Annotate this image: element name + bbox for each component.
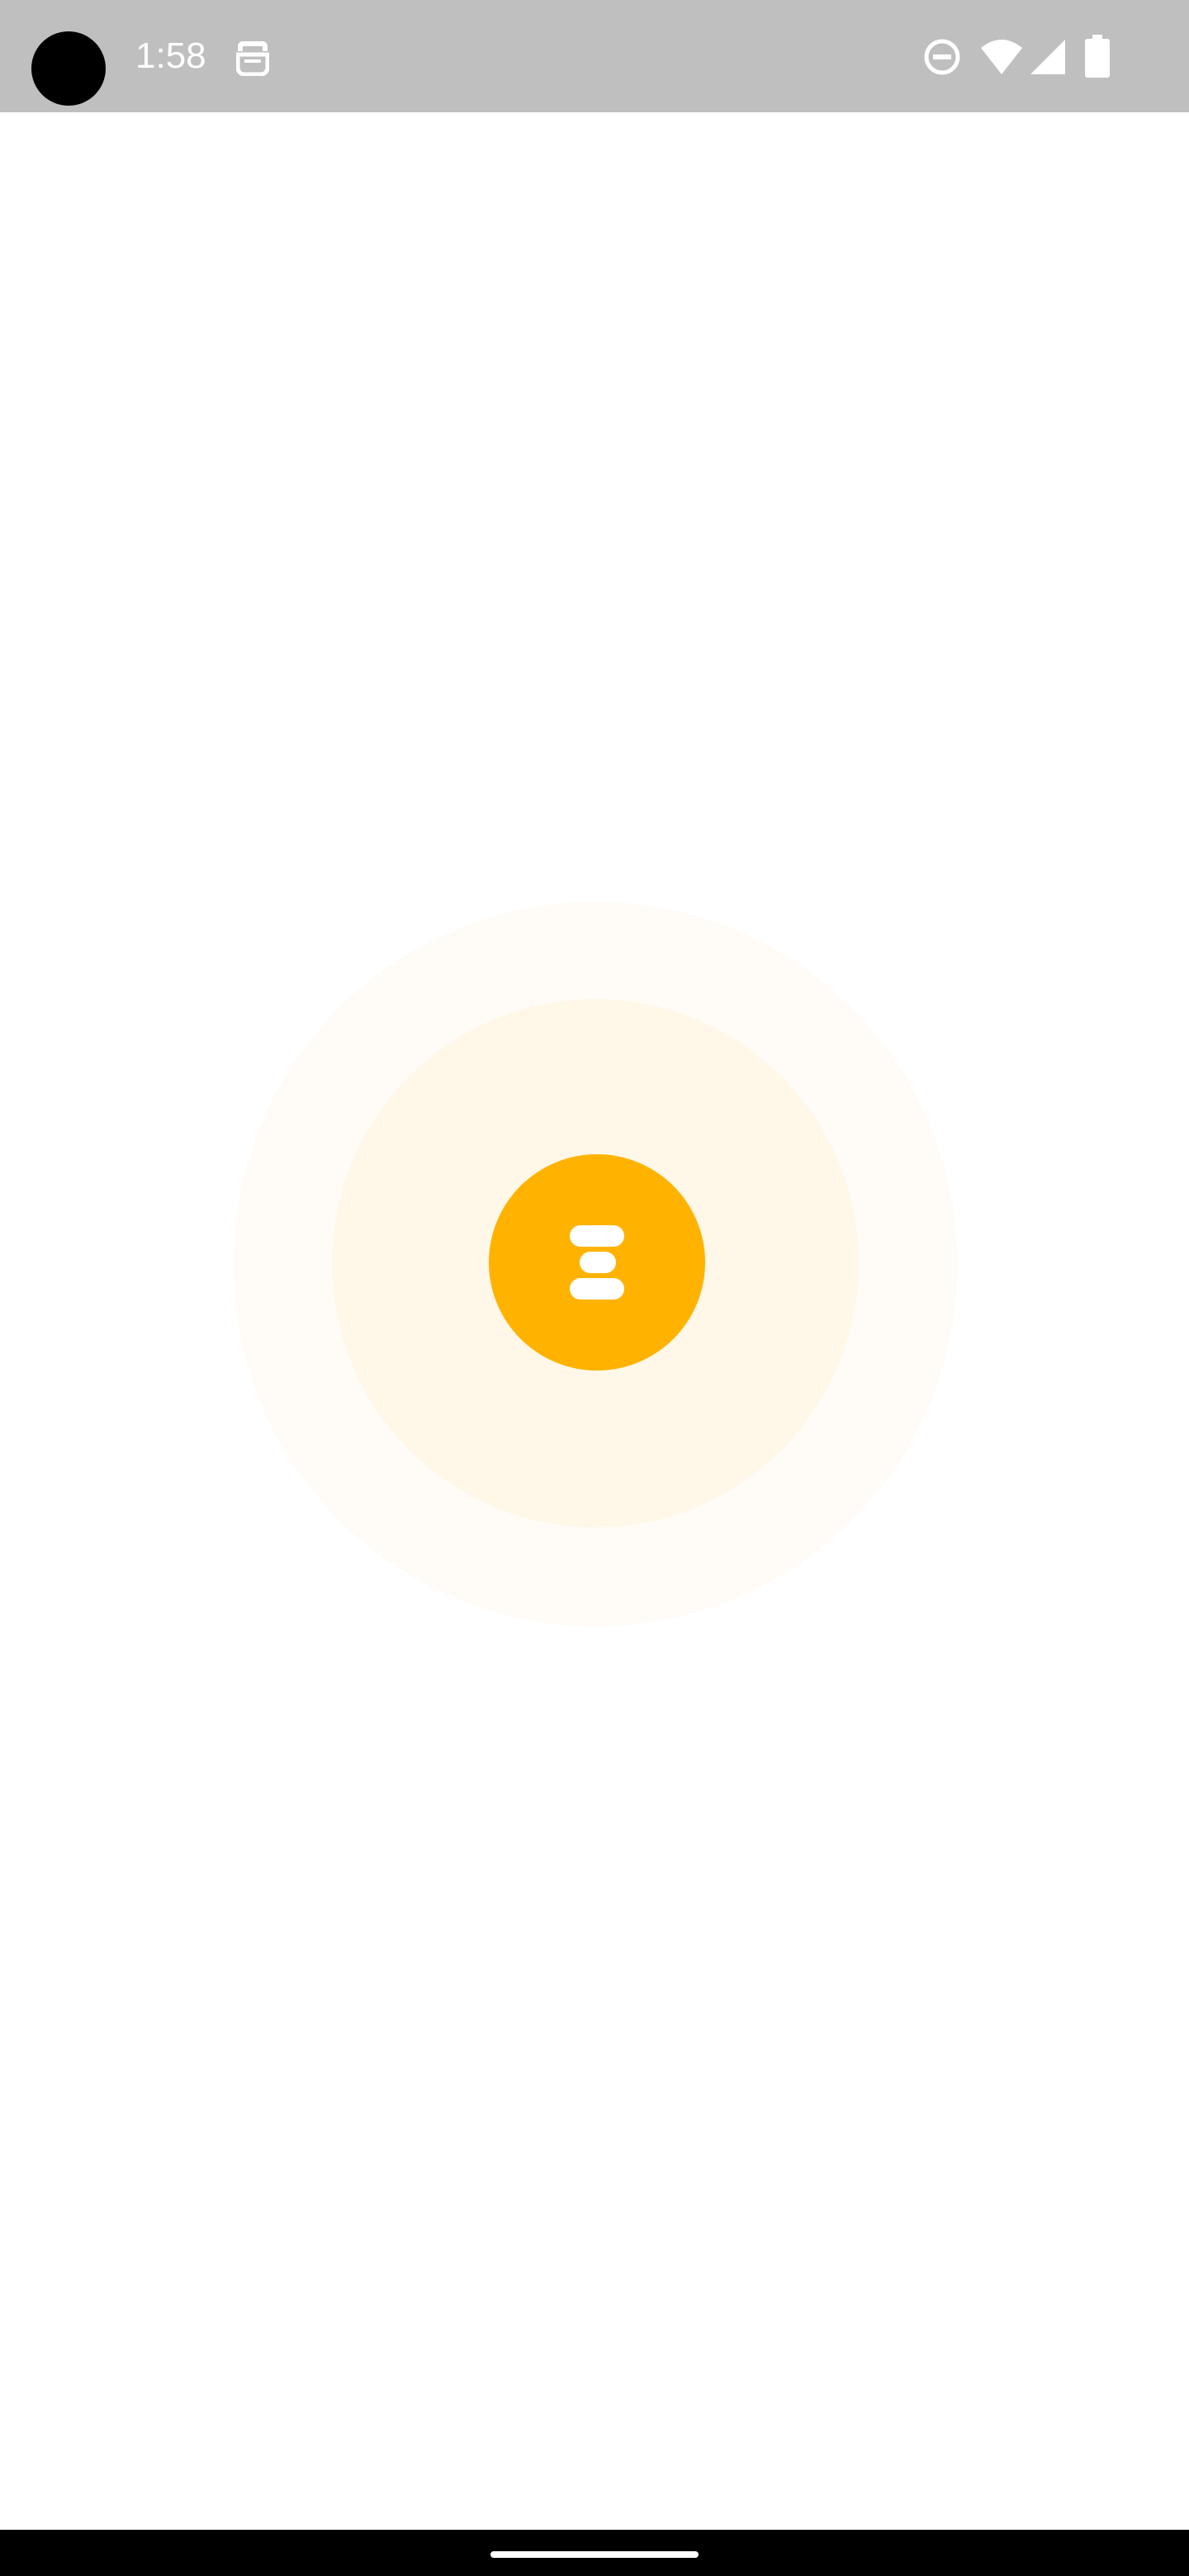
navigation-bar bbox=[0, 2530, 1189, 2576]
app-logo-icon-middle-bar bbox=[580, 1252, 616, 1273]
signal-icon bbox=[1030, 40, 1065, 74]
app-logo-icon-bottom-bar bbox=[570, 1278, 624, 1300]
do-not-disturb-icon bbox=[924, 39, 960, 75]
wifi-icon bbox=[981, 40, 1022, 74]
battery-icon bbox=[1085, 35, 1110, 78]
status-bar: 1:58 bbox=[0, 0, 1189, 112]
status-time: 1:58 bbox=[135, 36, 206, 76]
loading-indicator bbox=[233, 902, 958, 1627]
home-indicator[interactable] bbox=[490, 2551, 699, 2558]
camera-cutout bbox=[31, 31, 106, 106]
app-logo bbox=[489, 1154, 705, 1371]
notification-icon bbox=[236, 41, 269, 76]
splash-screen: 1:58 bbox=[0, 0, 1189, 2576]
app-logo-icon bbox=[570, 1225, 624, 1247]
